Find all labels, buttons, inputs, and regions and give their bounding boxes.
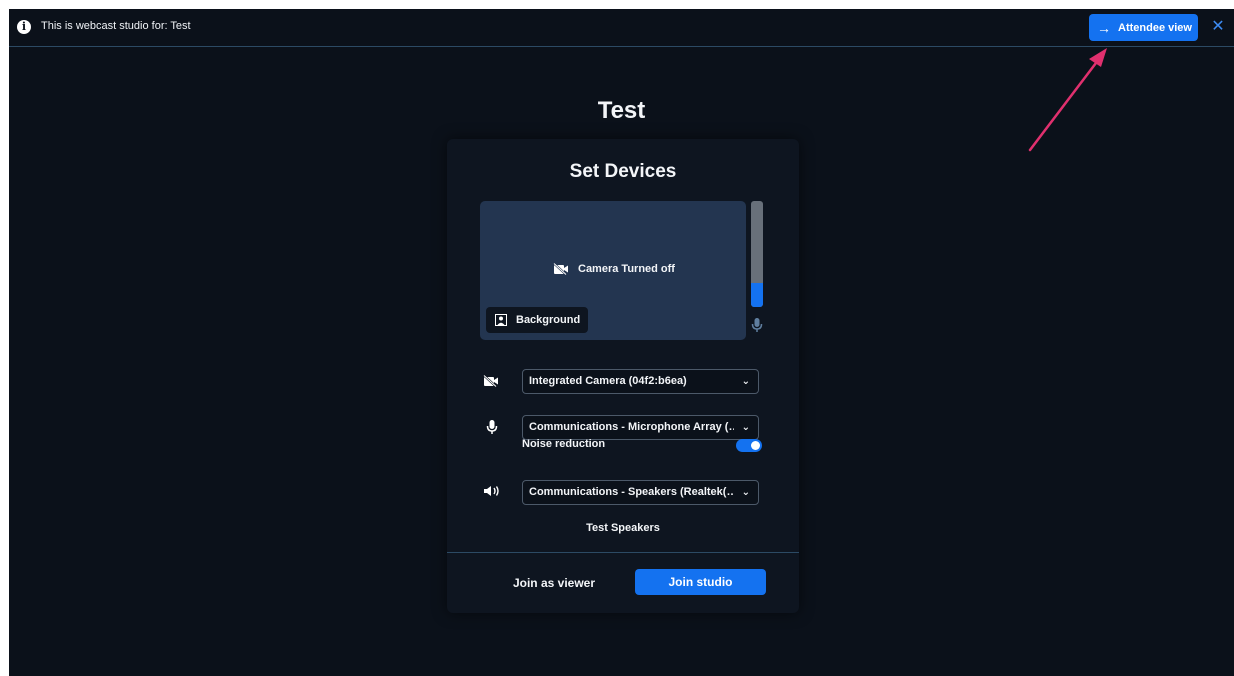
event-title: Test [597, 97, 646, 124]
close-icon[interactable]: ✕ [1210, 18, 1226, 36]
microphone-select[interactable]: Communications - Microphone Array (… ⌄ [522, 415, 759, 440]
background-icon [495, 314, 507, 326]
speakers-select[interactable]: Communications - Speakers (Realtek(… ⌄ [522, 480, 759, 505]
arrow-right-icon: → [1097, 19, 1111, 36]
toggle-knob [751, 441, 760, 450]
banner-text: This is webcast studio for: Test [41, 20, 191, 32]
camera-status: Camera Turned off [553, 263, 675, 275]
join-as-viewer-button[interactable]: Join as viewer [505, 576, 603, 590]
attendee-view-button[interactable]: → Attendee view [1089, 14, 1198, 41]
camera-status-text: Camera Turned off [578, 263, 675, 275]
test-speakers-link[interactable]: Test Speakers [447, 522, 799, 534]
camera-preview: Camera Turned off Background [480, 201, 746, 340]
camera-select[interactable]: Integrated Camera (04f2:b6ea) ⌄ [522, 369, 759, 394]
attendee-view-label: Attendee view [1118, 21, 1192, 34]
camera-off-icon [483, 375, 498, 387]
mic-level-icon [751, 318, 763, 332]
card-divider [447, 552, 799, 553]
background-label: Background [516, 314, 581, 326]
camera-select-value: Integrated Camera (04f2:b6ea) [529, 375, 687, 387]
chevron-down-icon: ⌄ [741, 487, 750, 498]
webcast-studio-app: i This is webcast studio for: Test → Att… [9, 9, 1234, 676]
card-title: Set Devices [569, 161, 677, 182]
chevron-down-icon: ⌄ [741, 376, 750, 387]
mic-level-meter [751, 201, 763, 307]
noise-reduction-label: Noise reduction [522, 438, 606, 450]
microphone-icon [486, 420, 498, 434]
mic-level-fill [751, 282, 763, 307]
info-banner: i This is webcast studio for: Test → Att… [9, 9, 1234, 47]
microphone-select-value: Communications - Microphone Array (… [529, 421, 734, 433]
noise-reduction-toggle[interactable] [736, 439, 762, 452]
join-studio-button[interactable]: Join studio [635, 569, 766, 595]
camera-off-icon [553, 263, 568, 275]
chevron-down-icon: ⌄ [741, 422, 750, 433]
background-button[interactable]: Background [486, 307, 588, 333]
info-icon: i [17, 20, 31, 34]
speakers-select-value: Communications - Speakers (Realtek(… [529, 486, 734, 498]
set-devices-card: Set Devices Camera Turned off Background [447, 139, 799, 613]
speaker-icon [484, 486, 499, 496]
